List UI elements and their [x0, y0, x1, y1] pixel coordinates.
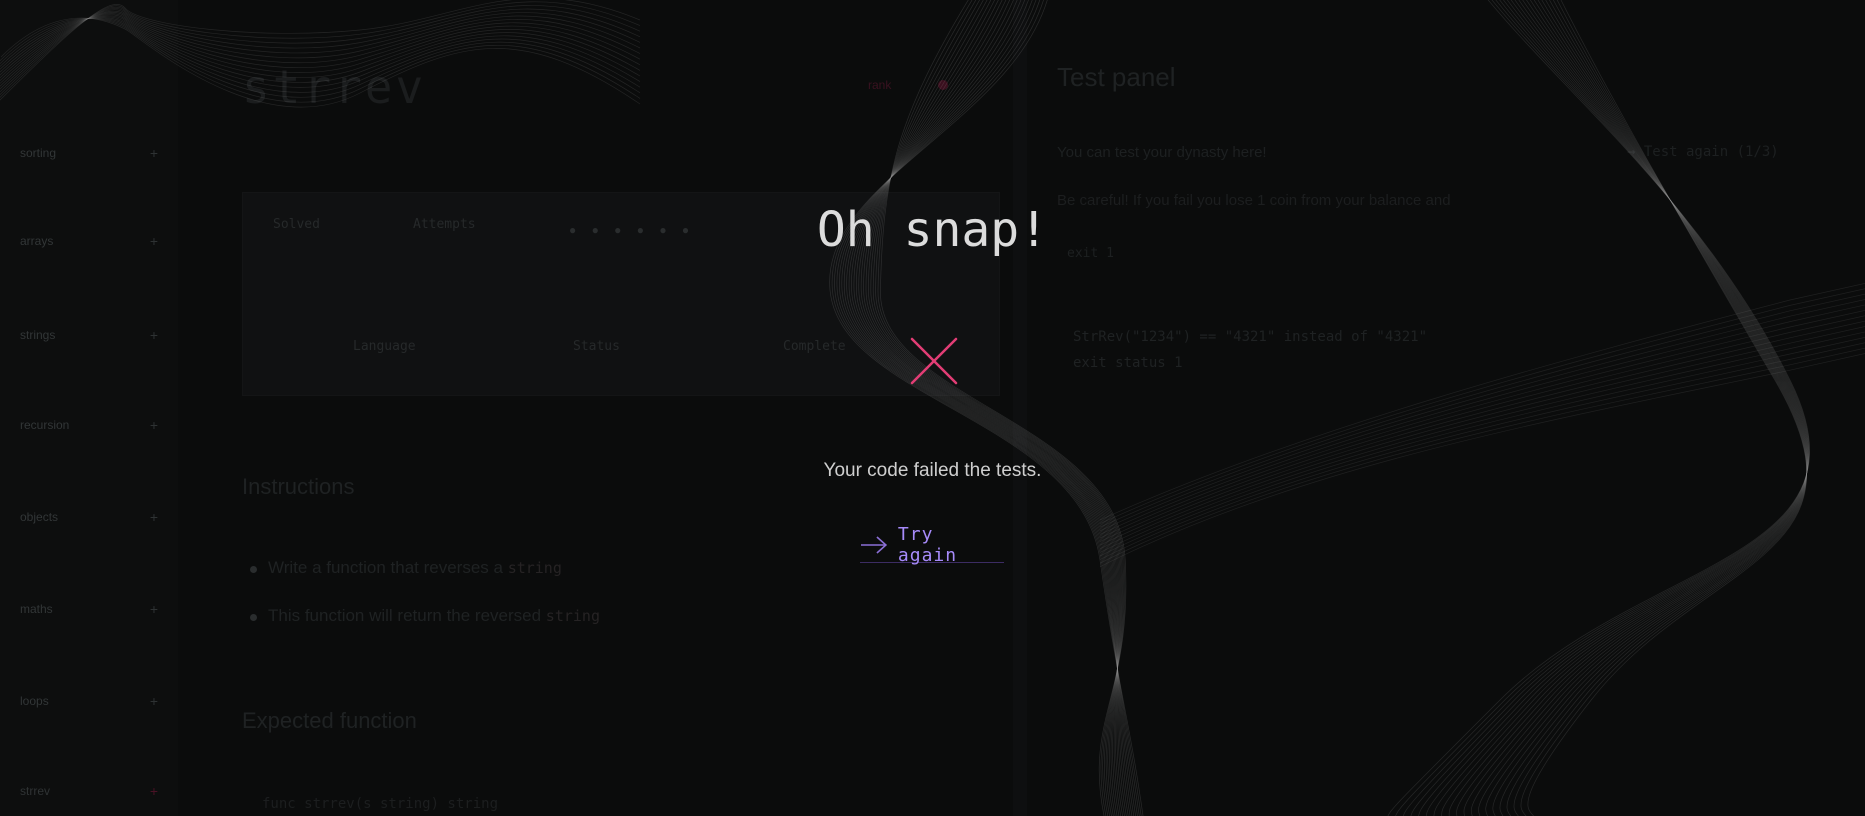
modal-title: Oh snap!	[816, 202, 1049, 258]
arrow-right-icon	[860, 536, 888, 554]
try-again-label: Try again	[897, 524, 958, 566]
result-overlay: Oh snap! Your code failed the tests. Try…	[0, 0, 1865, 816]
close-x-icon	[910, 337, 958, 385]
try-again-button[interactable]: Try again	[860, 524, 1004, 566]
modal-message: Your code failed the tests.	[823, 460, 1042, 481]
